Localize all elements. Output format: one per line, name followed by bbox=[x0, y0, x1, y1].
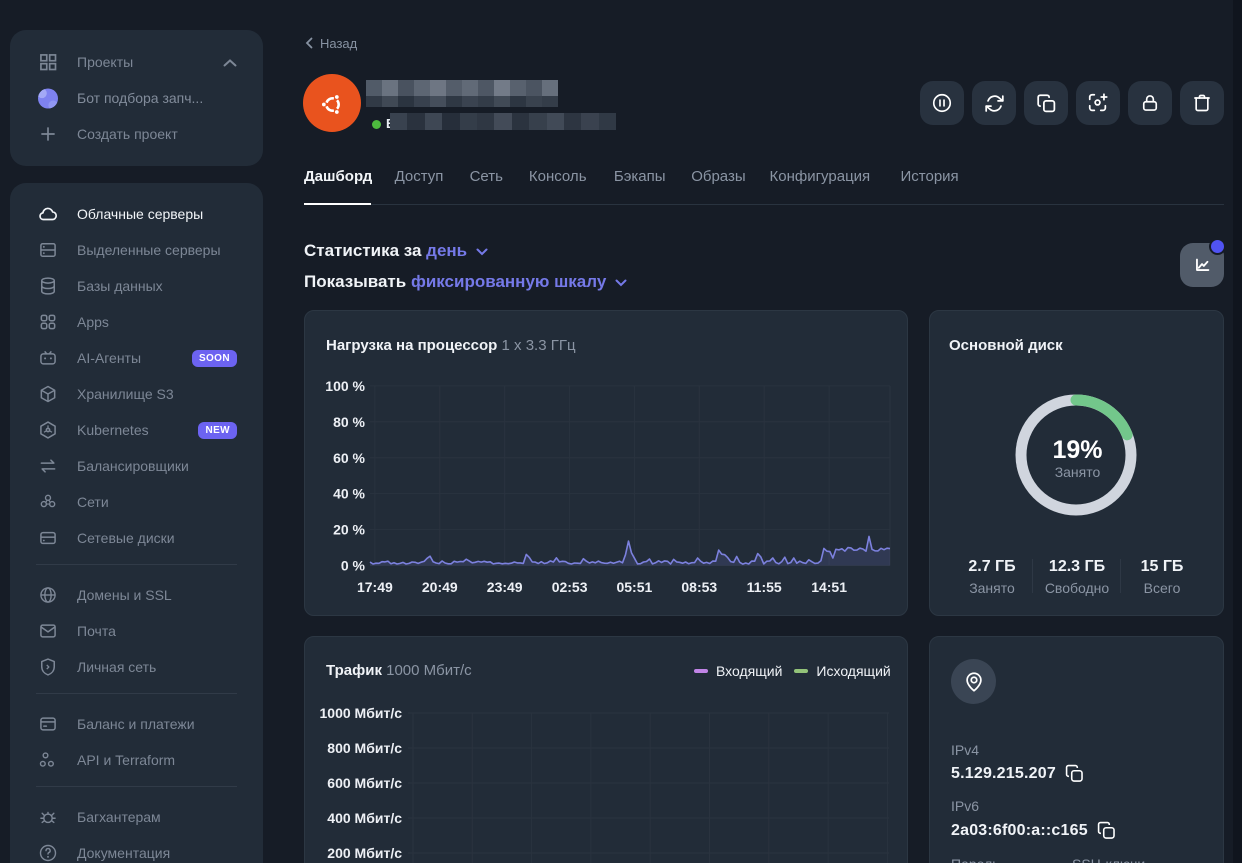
svg-text:17:49: 17:49 bbox=[357, 579, 393, 595]
svg-text:02:53: 02:53 bbox=[552, 579, 588, 595]
svg-text:20 %: 20 % bbox=[333, 522, 365, 538]
svg-text:08:53: 08:53 bbox=[681, 579, 717, 595]
svg-text:40 %: 40 % bbox=[333, 486, 365, 502]
svg-text:1000 Мбит/с: 1000 Мбит/с bbox=[320, 705, 403, 721]
svg-text:800 Мбит/с: 800 Мбит/с bbox=[327, 740, 402, 756]
svg-text:80 %: 80 % bbox=[333, 414, 365, 430]
svg-text:23:49: 23:49 bbox=[487, 579, 523, 595]
svg-text:600 Мбит/с: 600 Мбит/с bbox=[327, 775, 402, 791]
svg-text:200 Мбит/с: 200 Мбит/с bbox=[327, 845, 402, 861]
svg-text:100 %: 100 % bbox=[325, 378, 365, 394]
svg-text:20:49: 20:49 bbox=[422, 579, 458, 595]
svg-text:400 Мбит/с: 400 Мбит/с bbox=[327, 810, 402, 826]
svg-text:14:51: 14:51 bbox=[811, 579, 847, 595]
svg-text:11:55: 11:55 bbox=[747, 579, 782, 595]
svg-text:05:51: 05:51 bbox=[616, 579, 652, 595]
svg-text:0 %: 0 % bbox=[341, 558, 366, 574]
svg-text:60 %: 60 % bbox=[333, 450, 365, 466]
